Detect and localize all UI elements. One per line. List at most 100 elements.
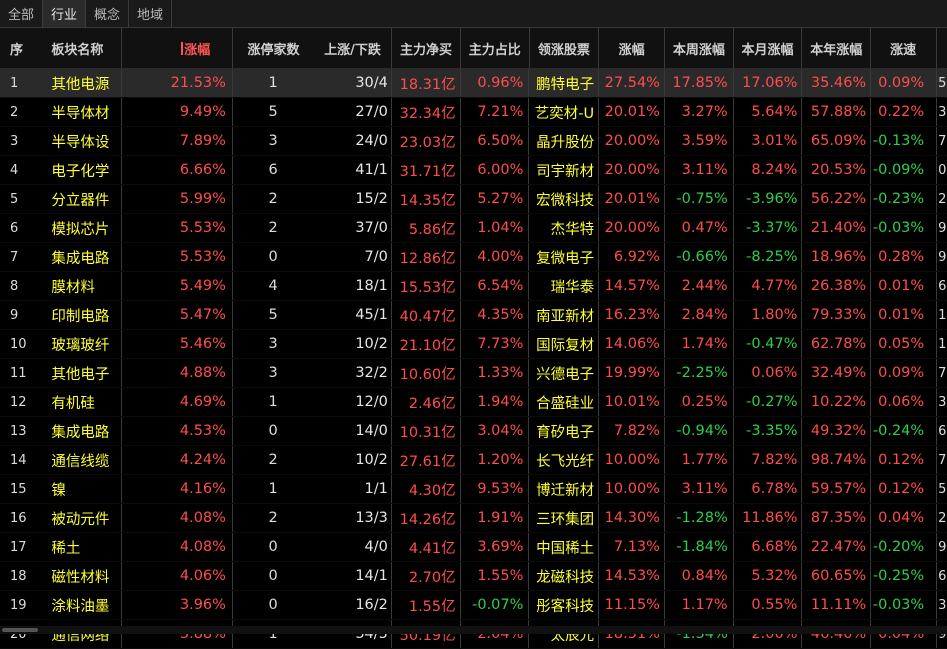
col-header-speed[interactable]: 涨速 [871, 28, 938, 68]
tab-industry[interactable]: 行业 [43, 0, 87, 27]
sector-name[interactable]: 被动元件 [43, 504, 122, 532]
up-down-count: 32/2 [313, 359, 392, 387]
sector-name[interactable]: 稀土 [43, 533, 122, 561]
table-row[interactable]: 2 半导体材 9.49% 5 27/0 32.34亿 7.21% 艺奕材-U 20.01% 3.2… [0, 98, 947, 127]
col-header-year-change[interactable]: 本年涨幅 [802, 28, 872, 68]
speed: 0.01% [871, 301, 938, 329]
sector-name[interactable]: 其他电子 [43, 359, 122, 387]
sector-name[interactable]: 集成电路 [43, 243, 122, 271]
sector-name[interactable]: 其他电源 [43, 69, 122, 97]
table-row[interactable]: 15 镍 4.16% 1 1/1 4.30亿 9.53% 博迁新材 10.00% 3.11% 6.7… [0, 475, 947, 504]
col-header-leading-stock[interactable]: 领涨股票 [530, 28, 600, 68]
leading-stock[interactable]: 育矽电子 [529, 417, 600, 445]
leading-stock[interactable]: 艺奕材-U [529, 98, 600, 126]
col-header-week-change[interactable]: 本周涨幅 [665, 28, 734, 68]
table-row[interactable]: 10 玻璃玻纤 5.46% 3 10/2 21.10亿 7.73% 国际复材 14.06% 1.7… [0, 330, 947, 359]
sector-name[interactable]: 半导体设 [43, 127, 122, 155]
sector-name[interactable]: 镍 [43, 475, 122, 503]
table-row[interactable]: 18 磁性材料 4.06% 0 14/1 2.70亿 1.55% 龙磁科技 14.53% 0.84… [0, 562, 947, 591]
col-header-leading-change[interactable]: 涨幅 [599, 28, 665, 68]
col-header-limit-up-count[interactable]: 涨停家数 [233, 28, 313, 68]
leading-stock[interactable]: 长飞光纤 [529, 446, 600, 474]
col-header-main-ratio[interactable]: 主力占比 [461, 28, 530, 68]
scrollbar-thumb[interactable] [2, 628, 38, 632]
tab-concept[interactable]: 概念 [86, 0, 130, 27]
sector-name[interactable]: 通信网络 [43, 620, 122, 648]
leading-stock[interactable]: 复微电子 [529, 243, 600, 271]
col-header-sector-name[interactable]: 板块名称 [43, 28, 122, 68]
up-down-count: 16/2 [313, 591, 392, 619]
leading-stock[interactable]: 鹏特电子 [529, 69, 600, 97]
leading-stock[interactable]: 国际复材 [529, 330, 600, 358]
col-header-main-net-buy[interactable]: 主力净买 [392, 28, 461, 68]
up-down-count: 30/4 [313, 69, 392, 97]
up-down-count: 4/0 [313, 533, 392, 561]
week-change: -1.34% [665, 620, 734, 648]
table-row[interactable]: 6 模拟芯片 5.53% 2 37/0 5.86亿 1.04% 杰华特 20.00% 0.47% -… [0, 214, 947, 243]
leading-stock[interactable]: 司宇新材 [529, 156, 600, 184]
leading-stock[interactable]: 南亚新材 [529, 301, 600, 329]
sector-name[interactable]: 膜材料 [43, 272, 122, 300]
table-row[interactable]: 9 印制电路 5.47% 5 45/1 40.47亿 4.35% 南亚新材 16.23% 2.84… [0, 301, 947, 330]
leading-stock-change: 7.13% [599, 533, 665, 561]
leading-stock[interactable]: 合盛硅业 [529, 388, 600, 416]
table-row[interactable]: 12 有机硅 4.69% 1 12/0 2.46亿 1.94% 合盛硅业 10.01% 0.25%… [0, 388, 947, 417]
leading-stock[interactable]: 龙磁科技 [529, 562, 600, 590]
sector-name[interactable]: 模拟芯片 [43, 214, 122, 242]
table-row[interactable]: 5 分立器件 5.99% 2 15/2 14.35亿 5.27% 宏微科技 20.01% -0.7… [0, 185, 947, 214]
sector-name[interactable]: 涂料油墨 [43, 591, 122, 619]
leading-stock[interactable]: 瑞华泰 [529, 272, 600, 300]
speed: -0.23% [871, 185, 938, 213]
table-row[interactable]: 14 通信线缆 4.24% 2 10/2 27.61亿 1.20% 长飞光纤 10.00% 1.7… [0, 446, 947, 475]
table-body: 1 其他电源 21.53% 1 30/4 18.31亿 0.96% 鹏特电子 27.54% 17.… [0, 69, 947, 649]
col-header-month-change[interactable]: 本月涨幅 [734, 28, 803, 68]
table-row[interactable]: 8 膜材料 5.49% 4 18/1 15.53亿 6.54% 瑞华泰 14.57% 2.44% 4… [0, 272, 947, 301]
leading-stock[interactable]: 杰华特 [529, 214, 600, 242]
sector-name[interactable]: 半导体材 [43, 98, 122, 126]
table-row[interactable]: 17 稀土 4.08% 0 4/0 4.41亿 3.69% 中国稀土 7.13% -1.84% 6.… [0, 533, 947, 562]
sector-name[interactable]: 有机硅 [43, 388, 122, 416]
tab-all[interactable]: 全部 [0, 0, 44, 27]
week-change: 17.85% [665, 69, 734, 97]
leading-stock[interactable]: 中国稀土 [529, 533, 600, 561]
leading-stock[interactable]: 彤客科技 [529, 591, 600, 619]
limit-up-count: 2 [268, 510, 278, 526]
leading-stock-change: 14.53% [599, 562, 665, 590]
month-change: 1.80% [734, 301, 803, 329]
horizontal-scrollbar[interactable] [0, 626, 947, 634]
table-row[interactable]: 7 集成电路 5.53% 0 7/0 12.86亿 4.00% 复微电子 6.92% -0.66%… [0, 243, 947, 272]
leading-stock[interactable]: 晶升股份 [529, 127, 600, 155]
table-row[interactable]: 11 其他电子 4.88% 3 32/2 10.60亿 1.33% 兴德电子 19.99% -2.… [0, 359, 947, 388]
speed: 0.09% [871, 69, 938, 97]
table-row[interactable]: 16 被动元件 4.08% 2 13/3 14.26亿 1.91% 三环集团 14.30% -1.… [0, 504, 947, 533]
overflow-value: 9 [938, 220, 947, 236]
speed: -0.25% [871, 562, 938, 590]
leading-stock[interactable]: 宏微科技 [529, 185, 600, 213]
sector-name[interactable]: 玻璃玻纤 [43, 330, 122, 358]
month-change: -0.27% [734, 388, 803, 416]
leading-stock[interactable]: 兴德电子 [529, 359, 600, 387]
sector-name[interactable]: 集成电路 [43, 417, 122, 445]
table-row[interactable]: 13 集成电路 4.53% 0 14/0 10.31亿 3.04% 育矽电子 7.82% -0.9… [0, 417, 947, 446]
table-row[interactable]: 3 半导体设 7.89% 3 24/0 23.03亿 6.50% 晶升股份 20.00% 3.59… [0, 127, 947, 156]
table-row[interactable]: 19 涂料油墨 3.96% 0 16/2 1.55亿 -0.07% 彤客科技 11.15% 1.1… [0, 591, 947, 620]
overflow-value: 5 [938, 75, 947, 91]
table-row[interactable]: 4 电子化学 6.66% 6 41/1 31.71亿 6.00% 司宇新材 20.00% 3.11… [0, 156, 947, 185]
leading-stock[interactable]: 博迁新材 [529, 475, 600, 503]
sector-name[interactable]: 分立器件 [43, 185, 122, 213]
month-change: 7.82% [734, 446, 803, 474]
sector-name[interactable]: 磁性材料 [43, 562, 122, 590]
col-header-up-down[interactable]: 上涨/下跌 [314, 28, 393, 68]
col-header-index[interactable]: 序 [0, 28, 43, 68]
leading-stock[interactable]: 三环集团 [529, 504, 600, 532]
table-row[interactable]: 1 其他电源 21.53% 1 30/4 18.31亿 0.96% 鹏特电子 27.54% 17.… [0, 69, 947, 98]
tab-region[interactable]: 地域 [129, 0, 173, 27]
col-header-change[interactable]: 涨幅 [122, 28, 234, 68]
sector-name[interactable]: 电子化学 [43, 156, 122, 184]
table-row[interactable]: 20 通信网络 3.88% 1 34/5 50.19亿 2.04% 太辰光 18.51% -1.3… [0, 620, 947, 649]
year-change: 20.53% [802, 156, 872, 184]
sector-name[interactable]: 印制电路 [43, 301, 122, 329]
sector-name[interactable]: 通信线缆 [43, 446, 122, 474]
leading-stock[interactable]: 太辰光 [529, 620, 600, 648]
main-net-buy: 4.41亿 [392, 533, 461, 561]
